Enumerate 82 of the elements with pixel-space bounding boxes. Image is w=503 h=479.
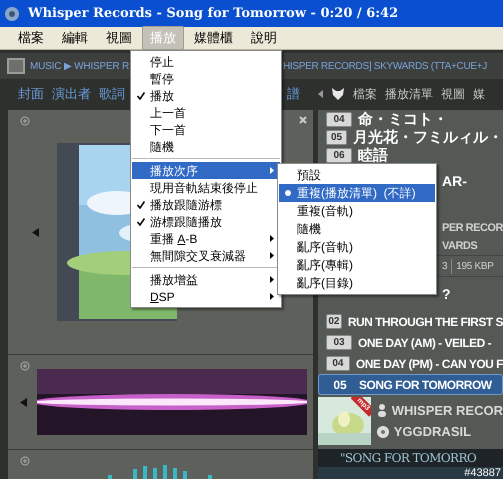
disc-icon bbox=[376, 426, 389, 438]
track-number: 03 bbox=[326, 335, 352, 350]
breadcrumb-path[interactable]: MUSIC ▶ WHISPER R bbox=[30, 60, 130, 72]
group-header: VARDS bbox=[442, 238, 478, 254]
menu-item[interactable]: 重複(音軌) bbox=[279, 202, 435, 220]
menu-item[interactable]: 亂序(專輯) bbox=[279, 256, 435, 274]
menu-item[interactable]: 播放 bbox=[132, 87, 280, 104]
menu-item[interactable]: 隨機 bbox=[279, 220, 435, 238]
zoom-icon bbox=[20, 456, 30, 468]
person-icon bbox=[376, 404, 387, 417]
panel-tab[interactable]: 播放清單 bbox=[385, 85, 433, 103]
track-number: 06 bbox=[326, 148, 352, 162]
zoom-icon bbox=[20, 361, 30, 373]
playlist-row[interactable]: 05 SONG FOR TOMORROW bbox=[318, 374, 503, 395]
menu-item[interactable]: 播放增益 bbox=[132, 271, 280, 288]
panel-tab[interactable]: 演出者 bbox=[52, 84, 91, 104]
submenu-arrow-icon bbox=[270, 293, 274, 300]
banner-title: "SONG FOR TOMORRO bbox=[340, 450, 476, 467]
playlist-row[interactable]: 04 ONE DAY (PM) - CAN YOU F bbox=[318, 353, 503, 374]
panel-tab[interactable]: 檔案 bbox=[353, 85, 377, 103]
track-number: 02 bbox=[326, 314, 342, 329]
artist-name: WHISPER RECOR bbox=[392, 402, 503, 420]
check-icon bbox=[137, 92, 145, 100]
album-name: YGGDRASIL bbox=[394, 423, 472, 441]
panel-tab[interactable]: 封面 bbox=[18, 84, 44, 104]
menu-item[interactable]: 上一首 bbox=[132, 104, 280, 121]
track-title[interactable]: ? bbox=[442, 286, 451, 302]
cat-head-icon bbox=[331, 87, 345, 101]
menu-item[interactable]: 無間隙交叉衰減器 bbox=[132, 247, 280, 264]
window-title: Whisper Records - Song for Tomorrow - 0:20 / 6:42 bbox=[28, 4, 398, 23]
close-icon[interactable] bbox=[299, 116, 307, 124]
submenu-arrow-icon bbox=[270, 167, 274, 174]
menu-item[interactable]: 播放跟隨游標 bbox=[132, 196, 280, 213]
menu-item[interactable]: 亂序(音軌) bbox=[279, 238, 435, 256]
panel-tab[interactable]: 視圖 bbox=[441, 85, 465, 103]
menu-item[interactable]: 下一首 bbox=[132, 121, 280, 138]
group-header: PER RECOR bbox=[442, 220, 503, 236]
previous-arrow-icon[interactable] bbox=[32, 228, 39, 236]
menu-item[interactable]: DSP bbox=[132, 288, 280, 305]
folder-icon bbox=[7, 58, 25, 74]
menu-item[interactable]: 說明 bbox=[243, 26, 285, 50]
previous-arrow-icon[interactable] bbox=[20, 398, 27, 406]
left-arrow-icon bbox=[318, 90, 323, 98]
menu-item[interactable]: 重播 A-B bbox=[132, 230, 280, 247]
menu-item[interactable]: 檔案 bbox=[10, 26, 52, 50]
menu-item[interactable]: 隨機 bbox=[132, 138, 280, 155]
info-cell: 195 KBP bbox=[451, 258, 494, 274]
track-title[interactable]: 睦語 bbox=[358, 148, 388, 162]
track-title[interactable]: 命・ミコト・ bbox=[358, 112, 448, 126]
submenu-arrow-icon bbox=[270, 252, 274, 259]
playlist-row[interactable]: 02 RUN THROUGH THE FIRST S bbox=[318, 311, 503, 332]
panel-tab[interactable]: 譜 bbox=[287, 84, 300, 104]
play-counter: #43887 bbox=[464, 467, 501, 479]
submenu-arrow-icon bbox=[270, 276, 274, 283]
menu-item[interactable]: 媒體櫃 bbox=[186, 26, 241, 50]
panel-tab[interactable]: 媒 bbox=[473, 85, 485, 103]
panel-tab[interactable]: 歌詞 bbox=[99, 84, 125, 104]
track-number: 04 bbox=[326, 356, 350, 371]
playlist-row[interactable]: 03 ONE DAY (AM) - VEILED - bbox=[318, 332, 503, 353]
check-icon bbox=[137, 218, 145, 226]
track-title[interactable]: AR- bbox=[442, 174, 467, 188]
info-cell-text: 3 bbox=[442, 260, 448, 274]
breadcrumb-path[interactable]: HISPER RECORDS] SKYWARDS (TTA+CUE+J bbox=[283, 58, 487, 74]
menu-item[interactable]: 游標跟隨播放 bbox=[132, 213, 280, 230]
menu-item[interactable]: 播放次序 bbox=[132, 162, 280, 179]
menu-item[interactable]: 暫停 bbox=[132, 70, 280, 87]
menu-item[interactable]: 現用音軌結束後停止 bbox=[132, 179, 280, 196]
menu-item[interactable]: 停止 bbox=[132, 53, 280, 70]
menu-item[interactable]: 重複(播放清單) (不詳) bbox=[279, 184, 435, 202]
radio-dot-icon bbox=[285, 190, 291, 196]
zoom-icon bbox=[20, 116, 30, 128]
check-icon bbox=[137, 200, 145, 208]
track-title[interactable]: 月光花・フミルィル・ bbox=[353, 130, 503, 144]
track-number: 04 bbox=[326, 112, 352, 126]
track-number: 05 bbox=[326, 130, 347, 144]
submenu-arrow-icon bbox=[270, 235, 274, 242]
app-icon bbox=[4, 6, 20, 22]
menu-item[interactable]: 預設 bbox=[279, 166, 435, 184]
menu-item[interactable]: 亂序(目錄) bbox=[279, 274, 435, 292]
menu-item[interactable]: 視圖 bbox=[98, 26, 140, 50]
track-number: 05 bbox=[332, 376, 348, 394]
menu-item[interactable]: 編輯 bbox=[54, 26, 96, 50]
